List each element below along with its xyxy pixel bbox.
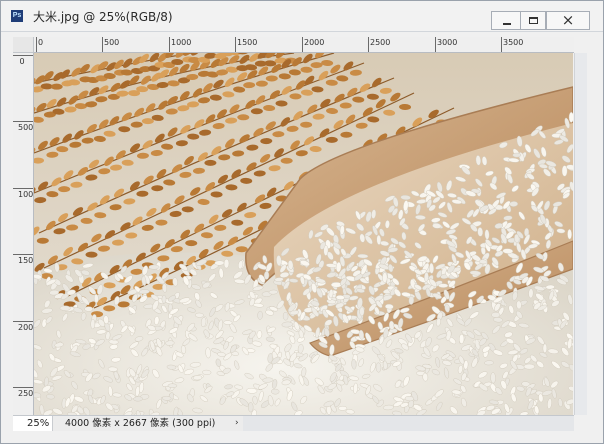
close-button[interactable]: × bbox=[546, 11, 590, 30]
ruler-tick bbox=[13, 254, 33, 255]
ruler-label: 2500 bbox=[18, 389, 34, 398]
ruler-label: 1500 bbox=[237, 38, 258, 47]
ruler-tick bbox=[13, 387, 33, 388]
image-canvas[interactable] bbox=[34, 53, 573, 415]
ruler-label: 500 bbox=[18, 123, 34, 132]
ruler-tick bbox=[169, 37, 170, 52]
rice-photo bbox=[34, 53, 573, 415]
status-bar: 25% 4000 像素 x 2667 像素 (300 ppi) › bbox=[13, 415, 574, 431]
document-info: 4000 像素 x 2667 像素 (300 ppi) bbox=[65, 418, 216, 429]
title-bar[interactable]: Ps 大米.jpg @ 25%(RGB/8) × bbox=[1, 1, 603, 32]
zoom-level-field[interactable]: 25% bbox=[13, 416, 53, 431]
ruler-tick bbox=[302, 37, 303, 52]
maximize-icon bbox=[529, 17, 538, 24]
photoshop-icon: Ps bbox=[11, 10, 23, 22]
minimize-icon bbox=[503, 23, 511, 25]
ruler-label: 1000 bbox=[18, 190, 34, 199]
close-icon: × bbox=[561, 11, 575, 29]
ruler-tick bbox=[501, 37, 502, 52]
ruler-label: 2000 bbox=[18, 323, 34, 332]
ruler-tick bbox=[235, 37, 236, 52]
ruler-tick bbox=[13, 321, 33, 322]
minimize-button[interactable] bbox=[491, 11, 521, 30]
vertical-scrollbar[interactable] bbox=[574, 53, 587, 415]
ruler-tick bbox=[102, 37, 103, 52]
ruler-label: 500 bbox=[104, 38, 120, 47]
document-title: 大米.jpg @ 25%(RGB/8) bbox=[33, 10, 173, 24]
ruler-label: 1000 bbox=[171, 38, 192, 47]
ruler-label: 0 bbox=[38, 38, 44, 47]
ruler-label: 2500 bbox=[370, 38, 391, 47]
ruler-tick bbox=[368, 37, 369, 52]
ruler-label: 3500 bbox=[503, 38, 524, 47]
ruler-tick bbox=[13, 121, 33, 122]
ruler-origin[interactable] bbox=[13, 37, 34, 53]
maximize-button[interactable] bbox=[520, 11, 546, 30]
ruler-label: 3000 bbox=[437, 38, 458, 47]
ruler-tick bbox=[13, 55, 33, 56]
horizontal-ruler[interactable]: 0 500 1000 1500 2000 2500 3000 3500 bbox=[34, 37, 574, 53]
document-window: Ps 大米.jpg @ 25%(RGB/8) × 0 500 1000 1500… bbox=[0, 0, 604, 444]
ruler-tick bbox=[13, 188, 33, 189]
status-menu-arrow-icon[interactable]: › bbox=[235, 416, 239, 431]
ruler-tick bbox=[435, 37, 436, 52]
ruler-tick bbox=[36, 37, 37, 52]
ruler-label: 0 bbox=[19, 57, 25, 66]
ruler-label: 2000 bbox=[304, 38, 325, 47]
ruler-label: 1500 bbox=[18, 256, 34, 265]
horizontal-scrollbar[interactable] bbox=[243, 416, 574, 431]
vertical-ruler[interactable]: 0 500 1000 1500 2000 2500 bbox=[13, 53, 34, 415]
